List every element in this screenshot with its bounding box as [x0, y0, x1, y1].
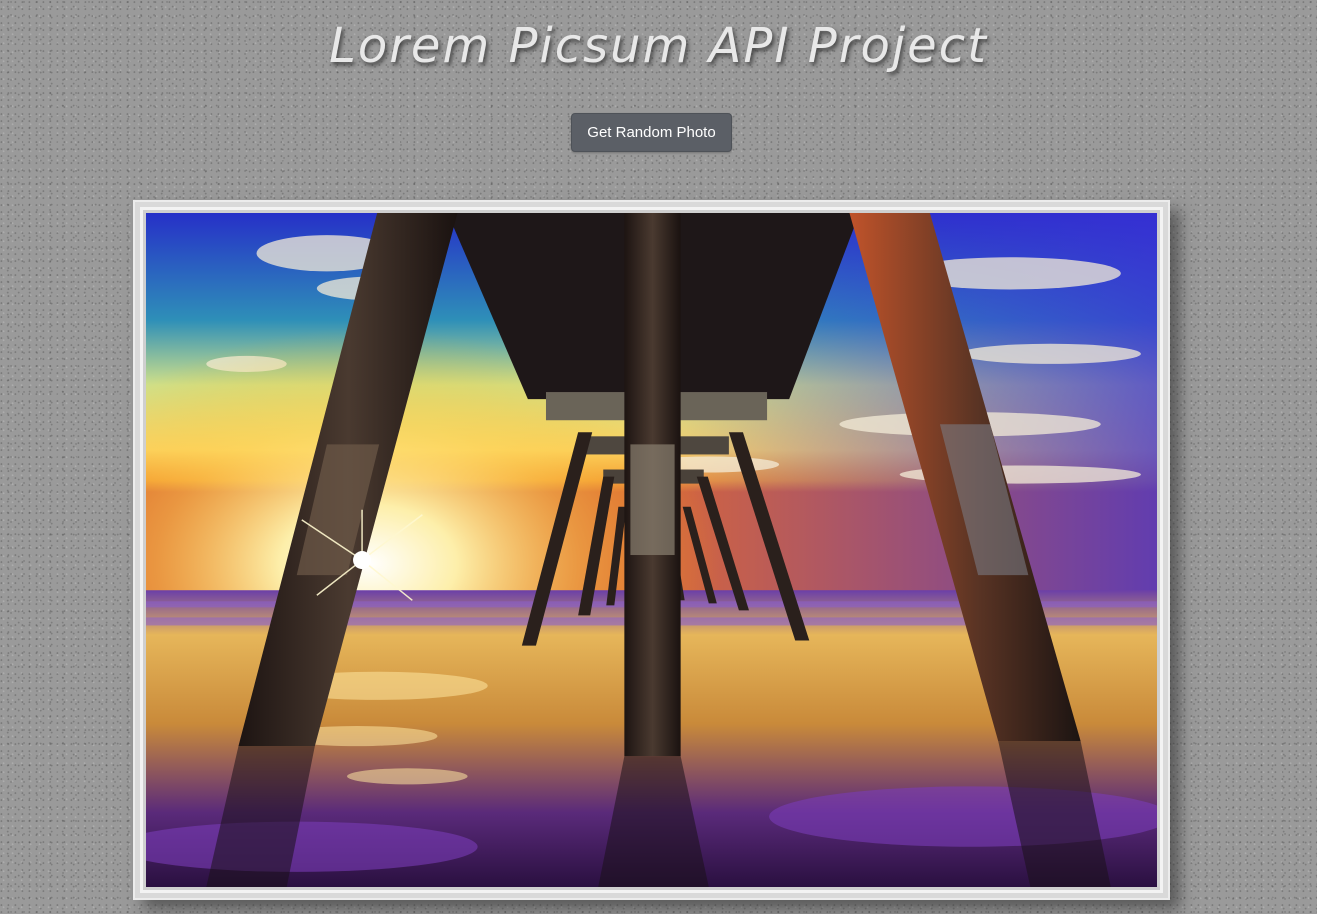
photo-frame — [133, 200, 1170, 900]
random-photo — [146, 213, 1157, 887]
photo-mat — [140, 207, 1163, 893]
get-random-photo-button[interactable]: Get Random Photo — [571, 113, 732, 152]
page-title: Lorem Picsum API Project — [329, 18, 988, 74]
